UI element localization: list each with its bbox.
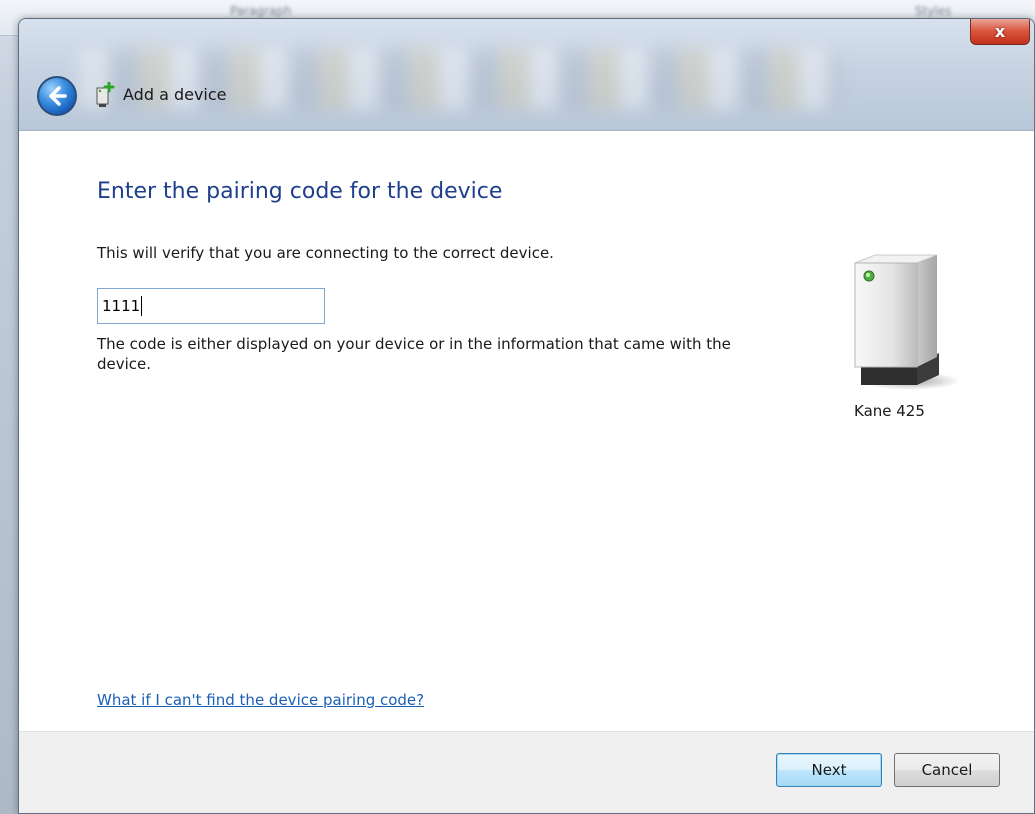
instruction-text: This will verify that you are connecting… [97,244,554,262]
dialog-footer: Next Cancel [19,731,1034,813]
close-icon: x [994,22,1006,41]
pairing-code-help-link[interactable]: What if I can't find the device pairing … [97,691,424,709]
ribbon-group-label: Paragraph [230,4,292,18]
text-caret [141,296,143,316]
back-arrow-icon [49,86,67,106]
close-button[interactable]: x [970,19,1030,45]
add-device-dialog: x Add a device Enter the pairing code fo… [18,18,1035,814]
window-title: Add a device [123,85,227,104]
code-help-text: The code is either displayed on your dev… [97,335,731,373]
pairing-code-input[interactable]: 1111 [97,288,325,324]
back-button[interactable] [37,76,77,116]
cancel-button[interactable]: Cancel [894,753,1000,787]
ribbon-group-label-styles: Styles [915,4,952,18]
add-device-icon [96,82,115,107]
next-button[interactable]: Next [776,753,882,787]
device-name-label: Kane 425 [854,402,925,420]
page-heading: Enter the pairing code for the device [97,179,503,204]
dialog-content: Enter the pairing code for the device Th… [19,131,1034,731]
device-icon [854,254,959,390]
title-bar: x Add a device [19,19,1034,131]
pairing-code-value: 1111 [102,297,141,315]
